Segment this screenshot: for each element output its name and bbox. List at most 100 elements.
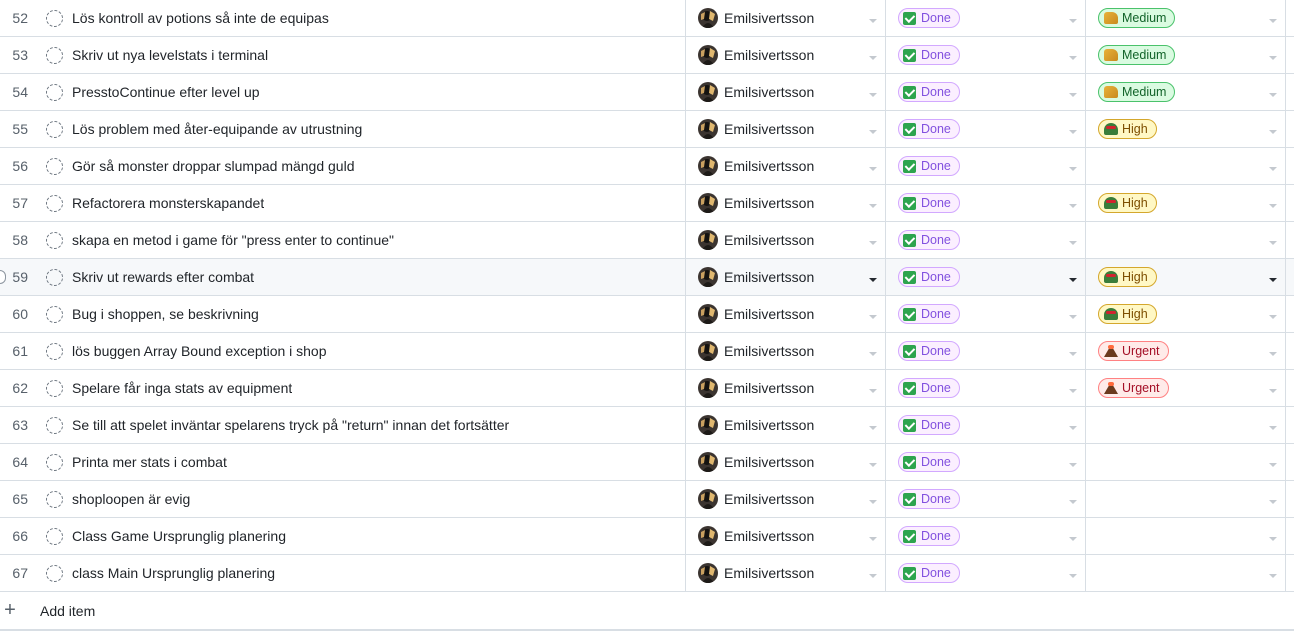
caret-down-icon[interactable]	[869, 537, 877, 541]
caret-down-icon[interactable]	[1269, 204, 1277, 208]
caret-down-icon[interactable]	[869, 574, 877, 578]
caret-down-icon[interactable]	[1069, 241, 1077, 245]
table-row[interactable]: 56 Gör så monster droppar slumpad mängd …	[0, 148, 1294, 185]
caret-down-icon[interactable]	[1069, 389, 1077, 393]
table-row[interactable]: 54 PresstoContinue efter level up Emilsi…	[0, 74, 1294, 111]
table-row[interactable]: 64 Printa mer stats i combat Emilsiverts…	[0, 444, 1294, 481]
priority-cell[interactable]: Urgent	[1086, 333, 1286, 369]
item-title[interactable]: Class Game Ursprunglig planering	[72, 528, 286, 544]
title-cell[interactable]: Skriv ut nya levelstats i terminal	[40, 37, 686, 73]
status-cell[interactable]: Done	[886, 185, 1086, 221]
add-item-label[interactable]: Add item	[40, 603, 95, 619]
caret-down-icon[interactable]	[1269, 352, 1277, 356]
caret-down-icon[interactable]	[1069, 463, 1077, 467]
table-row[interactable]: 63 Se till att spelet inväntar spelarens…	[0, 407, 1294, 444]
table-row[interactable]: 60 Bug i shoppen, se beskrivning Emilsiv…	[0, 296, 1294, 333]
caret-down-icon[interactable]	[1069, 500, 1077, 504]
priority-cell[interactable]: Medium	[1086, 0, 1286, 36]
item-title[interactable]: PresstoContinue efter level up	[72, 84, 260, 100]
assignee-cell[interactable]: Emilsivertsson	[686, 296, 886, 332]
title-cell[interactable]: lös buggen Array Bound exception i shop	[40, 333, 686, 369]
status-cell[interactable]: Done	[886, 259, 1086, 295]
title-cell[interactable]: class Main Ursprunglig planering	[40, 555, 686, 591]
status-cell[interactable]: Done	[886, 370, 1086, 406]
item-title[interactable]: lös buggen Array Bound exception i shop	[72, 343, 327, 359]
table-row[interactable]: 67 class Main Ursprunglig planering Emil…	[0, 555, 1294, 592]
caret-down-icon[interactable]	[1269, 500, 1277, 504]
caret-down-icon[interactable]	[1269, 56, 1277, 60]
status-cell[interactable]: Done	[886, 148, 1086, 184]
caret-down-icon[interactable]	[1069, 426, 1077, 430]
assignee-cell[interactable]: Emilsivertsson	[686, 222, 886, 258]
assignee-cell[interactable]: Emilsivertsson	[686, 444, 886, 480]
title-cell[interactable]: Printa mer stats i combat	[40, 444, 686, 480]
item-title[interactable]: Lös kontroll av potions så inte de equip…	[72, 10, 329, 26]
assignee-cell[interactable]: Emilsivertsson	[686, 74, 886, 110]
priority-cell[interactable]	[1086, 518, 1286, 554]
title-cell[interactable]: Refactorera monsterskapandet	[40, 185, 686, 221]
caret-down-icon[interactable]	[869, 130, 877, 134]
item-title[interactable]: Se till att spelet inväntar spelarens tr…	[72, 417, 509, 433]
table-row[interactable]: 59 Skriv ut rewards efter combat Emilsiv…	[0, 259, 1294, 296]
caret-down-icon[interactable]	[869, 278, 877, 282]
assignee-cell[interactable]: Emilsivertsson	[686, 37, 886, 73]
table-row[interactable]: 55 Lös problem med åter-equipande av utr…	[0, 111, 1294, 148]
assignee-cell[interactable]: Emilsivertsson	[686, 111, 886, 147]
item-title[interactable]: skapa en metod i game för "press enter t…	[72, 232, 394, 248]
priority-cell[interactable]: Urgent	[1086, 370, 1286, 406]
caret-down-icon[interactable]	[1069, 19, 1077, 23]
caret-down-icon[interactable]	[1069, 315, 1077, 319]
caret-down-icon[interactable]	[1269, 426, 1277, 430]
caret-down-icon[interactable]	[869, 389, 877, 393]
item-title[interactable]: Skriv ut rewards efter combat	[72, 269, 254, 285]
item-title[interactable]: Printa mer stats i combat	[72, 454, 227, 470]
item-title[interactable]: Gör så monster droppar slumpad mängd gul…	[72, 158, 354, 174]
title-cell[interactable]: PresstoContinue efter level up	[40, 74, 686, 110]
caret-down-icon[interactable]	[1069, 352, 1077, 356]
assignee-cell[interactable]: Emilsivertsson	[686, 185, 886, 221]
title-cell[interactable]: shoploopen är evig	[40, 481, 686, 517]
table-row[interactable]: 52 Lös kontroll av potions så inte de eq…	[0, 0, 1294, 37]
caret-down-icon[interactable]	[869, 500, 877, 504]
priority-cell[interactable]	[1086, 481, 1286, 517]
status-cell[interactable]: Done	[886, 518, 1086, 554]
assignee-cell[interactable]: Emilsivertsson	[686, 333, 886, 369]
caret-down-icon[interactable]	[869, 93, 877, 97]
assignee-cell[interactable]: Emilsivertsson	[686, 148, 886, 184]
caret-down-icon[interactable]	[869, 19, 877, 23]
caret-down-icon[interactable]	[1069, 167, 1077, 171]
caret-down-icon[interactable]	[1269, 167, 1277, 171]
caret-down-icon[interactable]	[1269, 130, 1277, 134]
item-title[interactable]: Bug i shoppen, se beskrivning	[72, 306, 259, 322]
priority-cell[interactable]	[1086, 148, 1286, 184]
caret-down-icon[interactable]	[1269, 574, 1277, 578]
table-row[interactable]: 58 skapa en metod i game för "press ente…	[0, 222, 1294, 259]
status-cell[interactable]: Done	[886, 444, 1086, 480]
caret-down-icon[interactable]	[1069, 93, 1077, 97]
priority-cell[interactable]: Medium	[1086, 74, 1286, 110]
priority-cell[interactable]: High	[1086, 296, 1286, 332]
caret-down-icon[interactable]	[1269, 278, 1277, 282]
status-cell[interactable]: Done	[886, 0, 1086, 36]
caret-down-icon[interactable]	[1069, 204, 1077, 208]
caret-down-icon[interactable]	[869, 204, 877, 208]
priority-cell[interactable]	[1086, 407, 1286, 443]
item-title[interactable]: Lös problem med åter-equipande av utrust…	[72, 121, 362, 137]
caret-down-icon[interactable]	[1269, 315, 1277, 319]
table-row[interactable]: 57 Refactorera monsterskapandet Emilsive…	[0, 185, 1294, 222]
priority-cell[interactable]	[1086, 444, 1286, 480]
status-cell[interactable]: Done	[886, 74, 1086, 110]
title-cell[interactable]: Se till att spelet inväntar spelarens tr…	[40, 407, 686, 443]
plus-icon[interactable]: +	[0, 599, 30, 622]
table-row[interactable]: 65 shoploopen är evig Emilsivertsson Don…	[0, 481, 1294, 518]
title-cell[interactable]: skapa en metod i game för "press enter t…	[40, 222, 686, 258]
table-row[interactable]: 53 Skriv ut nya levelstats i terminal Em…	[0, 37, 1294, 74]
caret-down-icon[interactable]	[1269, 389, 1277, 393]
title-cell[interactable]: Lös kontroll av potions så inte de equip…	[40, 0, 686, 36]
item-title[interactable]: shoploopen är evig	[72, 491, 190, 507]
priority-cell[interactable]: Medium	[1086, 37, 1286, 73]
caret-down-icon[interactable]	[869, 426, 877, 430]
caret-down-icon[interactable]	[1069, 537, 1077, 541]
caret-down-icon[interactable]	[1269, 537, 1277, 541]
assignee-cell[interactable]: Emilsivertsson	[686, 370, 886, 406]
